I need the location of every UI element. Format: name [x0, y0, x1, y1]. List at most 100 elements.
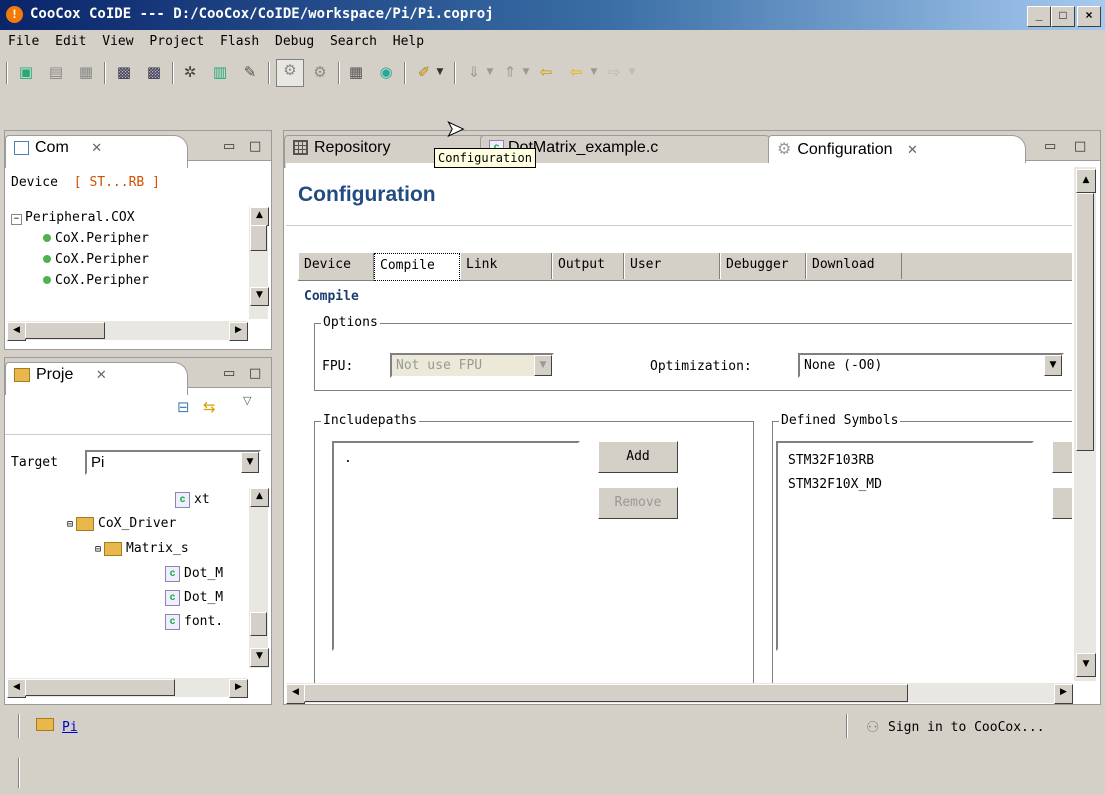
last-edit-icon[interactable]: ⇦	[536, 62, 556, 82]
maximize-view-icon[interactable]: □	[1074, 139, 1086, 154]
menu-project[interactable]: Project	[145, 30, 208, 49]
scroll-down-icon[interactable]: ▼	[250, 648, 269, 667]
save-icon[interactable]: ▦	[76, 62, 96, 82]
project-hscrollbar[interactable]: ◀ ▶	[7, 678, 248, 698]
chevron-down-icon[interactable]: ▼	[534, 355, 552, 376]
list-item[interactable]: .	[344, 451, 568, 466]
link-with-editor-icon[interactable]: ⇆	[203, 398, 216, 416]
maximize-button[interactable]: □	[1051, 6, 1075, 27]
dropdown-arrow-icon[interactable]: ▼	[484, 62, 496, 82]
debug-icon[interactable]: ✲	[180, 62, 200, 82]
remove-symbol-button[interactable]: F	[1052, 487, 1072, 519]
scroll-up-icon[interactable]: ▲	[250, 488, 269, 507]
tree-node-file[interactable]: c xt	[11, 488, 249, 512]
minimize-button[interactable]: _	[1027, 6, 1051, 27]
menu-edit[interactable]: Edit	[51, 30, 90, 49]
menu-view[interactable]: View	[98, 30, 137, 49]
tab-compile[interactable]: Compile	[374, 253, 460, 281]
scroll-thumb[interactable]	[25, 322, 105, 339]
device-value[interactable]: [ ST...RB ]	[74, 175, 160, 190]
tree-node-folder[interactable]: ⊟ Matrix_s	[11, 537, 249, 562]
tab-components[interactable]: Com ✕	[5, 135, 188, 168]
tree-node[interactable]: CoX.Peripher	[11, 249, 249, 270]
close-tab-icon[interactable]: ✕	[96, 367, 107, 382]
forward-icon[interactable]: ⇨	[604, 62, 624, 82]
build-icon[interactable]: ▩	[114, 62, 134, 82]
scroll-up-icon[interactable]: ▲	[250, 207, 269, 226]
list-item[interactable]: STM32F103RB	[788, 449, 1022, 473]
tree-node[interactable]: CoX.Peripher	[11, 270, 249, 291]
menu-flash[interactable]: Flash	[216, 30, 263, 49]
scroll-thumb[interactable]	[250, 612, 267, 636]
tab-output[interactable]: Output	[552, 253, 624, 279]
menu-search[interactable]: Search	[326, 30, 381, 49]
scroll-down-icon[interactable]: ▼	[250, 287, 269, 306]
tree-node-file[interactable]: c Dot_M	[11, 562, 249, 586]
download-icon[interactable]: ▥	[210, 62, 230, 82]
defined-symbols-list[interactable]: STM32F103RB STM32F10X_MD	[776, 441, 1034, 651]
maximize-view-icon[interactable]: □	[249, 139, 261, 154]
editor-vscrollbar[interactable]: ▲ ▼	[1074, 167, 1096, 681]
close-tab-icon[interactable]: ✕	[907, 142, 918, 157]
scroll-left-icon[interactable]: ◀	[7, 322, 26, 341]
chevron-down-icon[interactable]: ▼	[241, 452, 259, 473]
includepaths-list[interactable]: .	[332, 441, 580, 651]
add-symbol-button[interactable]	[1052, 441, 1072, 473]
close-tab-icon[interactable]: ✕	[91, 140, 102, 155]
remove-button[interactable]: Remove	[598, 487, 678, 519]
scroll-right-icon[interactable]: ▶	[229, 679, 248, 698]
view-menu-icon[interactable]: ▽	[243, 394, 251, 407]
minimize-view-icon[interactable]: ▭	[223, 139, 235, 154]
signin-link[interactable]: Sign in to CooCox...	[888, 720, 1045, 735]
new-project-icon[interactable]: ▣	[16, 62, 36, 82]
target-select[interactable]: Pi ▼	[85, 450, 261, 475]
menu-file[interactable]: File	[4, 30, 43, 49]
scroll-left-icon[interactable]: ◀	[286, 684, 305, 704]
scroll-thumb[interactable]	[250, 225, 267, 251]
chevron-down-icon[interactable]: ▼	[1044, 355, 1062, 376]
scroll-right-icon[interactable]: ▶	[1054, 684, 1073, 704]
minimize-view-icon[interactable]: ▭	[223, 366, 235, 381]
tree-node-folder[interactable]: ⊟ CoX_Driver	[11, 512, 249, 537]
optimization-select[interactable]: None (-O0) ▼	[798, 353, 1064, 378]
next-annotation-icon[interactable]: ⇓	[464, 62, 484, 82]
dropdown-arrow-icon[interactable]: ▼	[588, 62, 600, 82]
dropdown-arrow-icon[interactable]: ▼	[520, 62, 532, 82]
add-button[interactable]: Add	[598, 441, 678, 473]
configuration-icon[interactable]: ⚙	[276, 59, 304, 87]
components-icon[interactable]: ◉	[376, 62, 396, 82]
tab-debugger[interactable]: Debugger	[720, 253, 806, 279]
collapse-all-icon[interactable]: ⊟	[177, 398, 190, 416]
prev-annotation-icon[interactable]: ⇑	[500, 62, 520, 82]
scroll-up-icon[interactable]: ▲	[1076, 169, 1096, 193]
collapse-icon[interactable]: −	[11, 214, 22, 225]
project-link[interactable]: Pi	[62, 720, 78, 735]
close-button[interactable]: ×	[1077, 6, 1101, 27]
scroll-thumb[interactable]	[1076, 193, 1094, 451]
fpu-select[interactable]: Not use FPU ▼	[390, 353, 554, 378]
tools-icon[interactable]: ✐	[414, 62, 434, 82]
tree-node-file[interactable]: c Dot_M	[11, 586, 249, 610]
scroll-left-icon[interactable]: ◀	[7, 679, 26, 698]
project-vscrollbar[interactable]: ▲ ▼	[249, 488, 269, 668]
erase-icon[interactable]: ✎	[240, 62, 260, 82]
components-vscrollbar[interactable]: ▲ ▼	[249, 207, 269, 319]
tree-node-file[interactable]: c font.	[11, 610, 249, 634]
scroll-right-icon[interactable]: ▶	[229, 322, 248, 341]
dropdown-arrow-icon[interactable]: ▼	[434, 62, 446, 82]
collapse-icon[interactable]: ⊟	[95, 544, 101, 555]
scroll-thumb[interactable]	[304, 684, 908, 702]
scroll-down-icon[interactable]: ▼	[1076, 653, 1096, 677]
repository-icon[interactable]: ▦	[346, 62, 366, 82]
tab-project[interactable]: Proje ✕	[5, 362, 188, 395]
menu-help[interactable]: Help	[389, 30, 428, 49]
tab-user[interactable]: User	[624, 253, 720, 279]
rebuild-icon[interactable]: ▩	[144, 62, 164, 82]
maximize-view-icon[interactable]: □	[249, 366, 261, 381]
new-file-icon[interactable]: ▤	[46, 62, 66, 82]
tab-device[interactable]: Device	[298, 253, 374, 279]
tree-node[interactable]: CoX.Peripher	[11, 228, 249, 249]
tree-node-root[interactable]: − Peripheral.COX	[11, 207, 249, 228]
list-item[interactable]: STM32F10X_MD	[788, 473, 1022, 497]
dropdown-arrow-icon[interactable]: ▼	[626, 62, 638, 82]
